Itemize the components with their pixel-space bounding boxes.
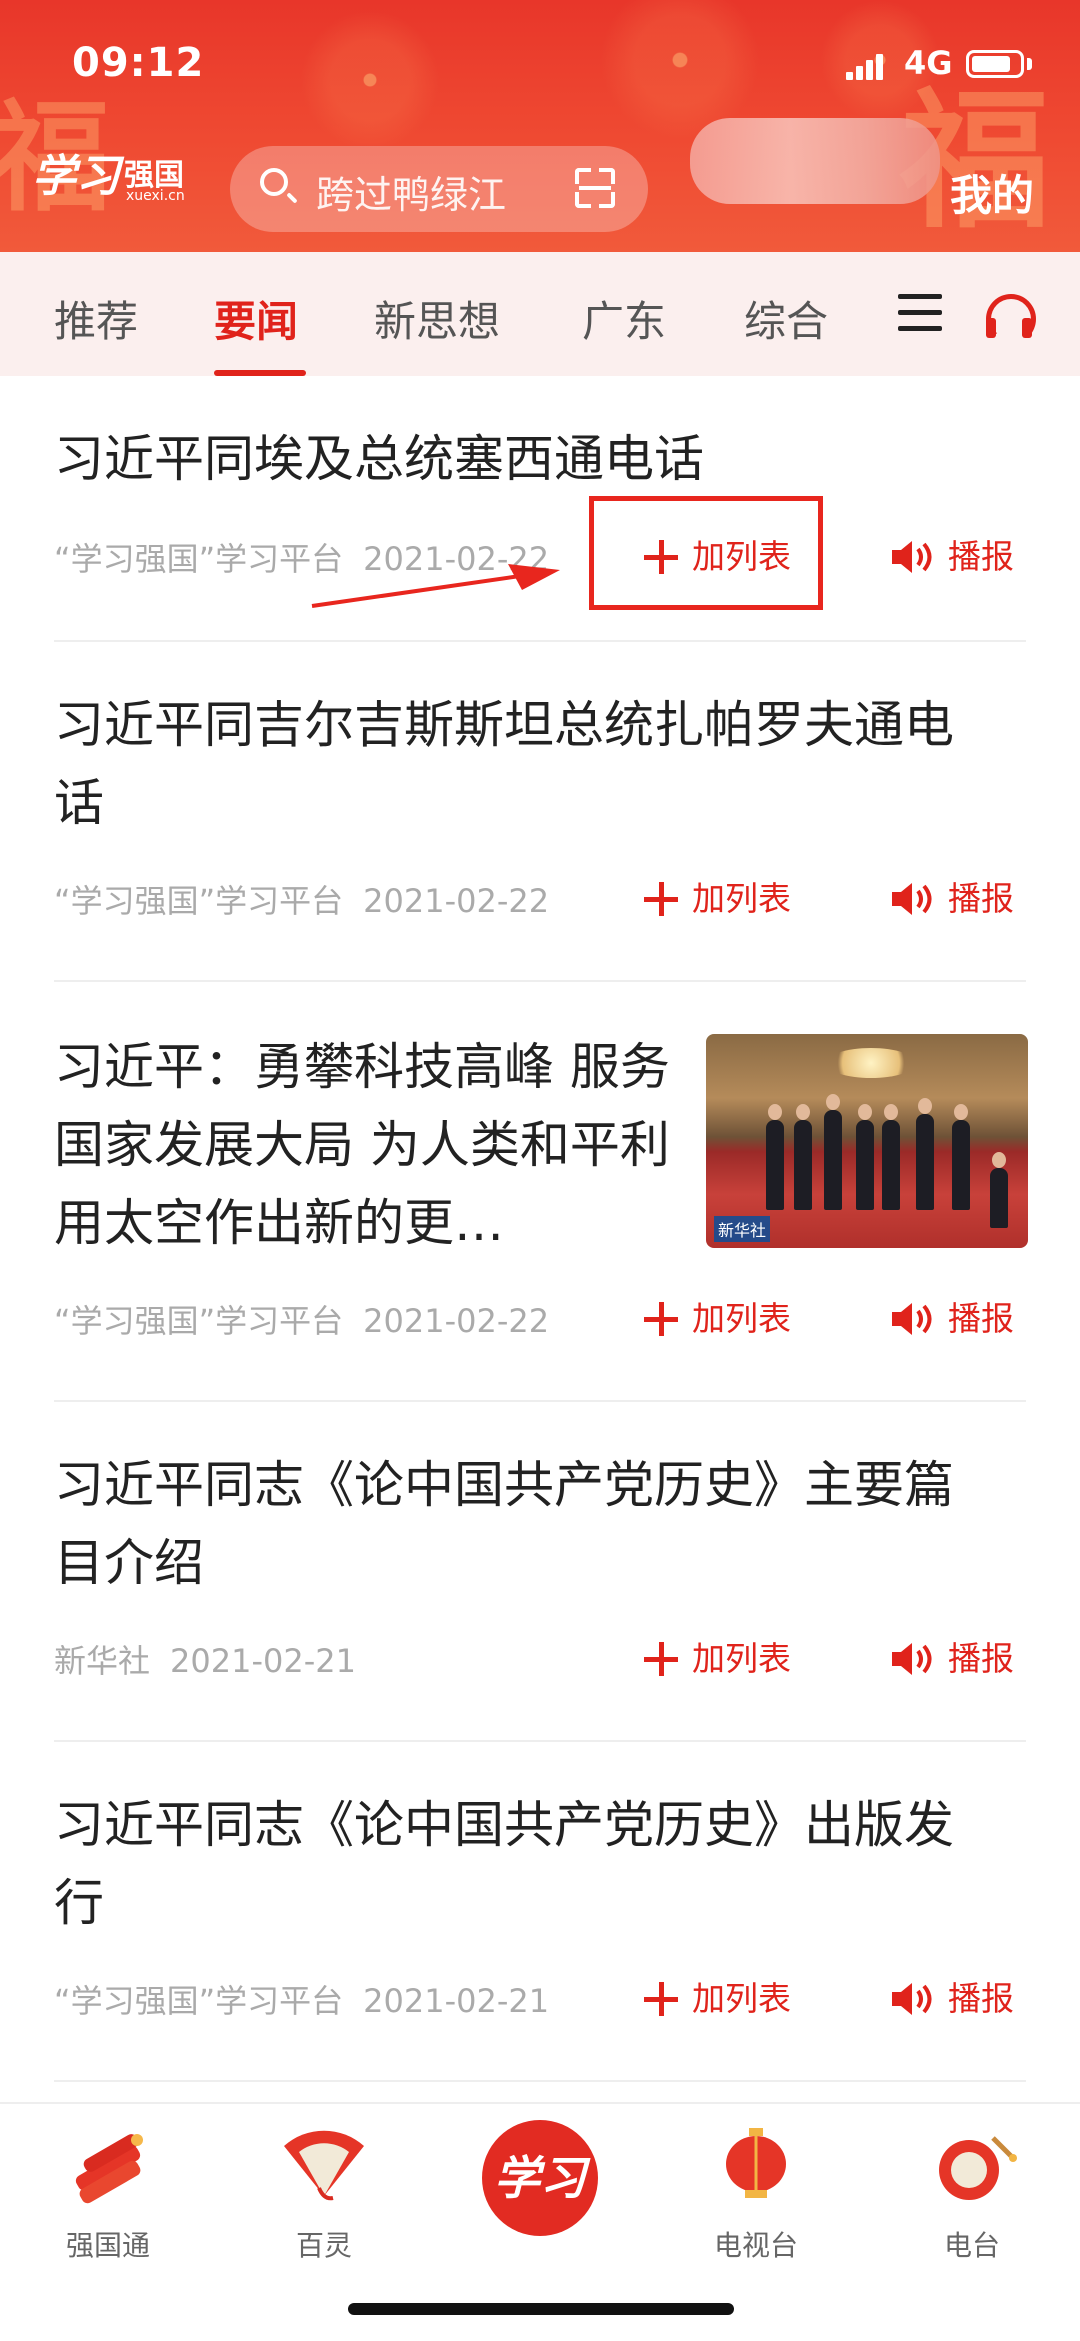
- article-title[interactable]: 习近平：勇攀科技高峰 服务国家发展大局 为人类和平利用太空作出新的更…: [54, 1028, 674, 1262]
- signal-icon: [846, 50, 886, 80]
- app-header: 福 福 09:12 4G 学习 强国 xuexi.cn 跨过鸭绿江 我的: [0, 0, 1080, 252]
- broadcast-button[interactable]: 播报: [890, 530, 1014, 578]
- article-source: “学习强国”学习平台: [54, 882, 344, 920]
- status-time: 09:12: [72, 40, 205, 86]
- divider: [54, 2080, 1026, 2082]
- lantern-icon: [726, 2128, 786, 2198]
- tab-recommend[interactable]: 推荐: [54, 288, 138, 349]
- article-title[interactable]: 习近平同志《论中国共产党历史》主要篇目介绍: [54, 1446, 994, 1602]
- highlight-box: [589, 496, 823, 610]
- speaker-icon: [892, 1643, 932, 1675]
- broadcast-label: 播报: [948, 537, 1014, 576]
- broadcast-label: 播报: [948, 1639, 1014, 1678]
- plus-icon: [644, 1302, 678, 1336]
- article-meta: 新华社 2021-02-21: [54, 1636, 376, 1682]
- article-meta: “学习强国”学习平台 2021-02-22: [54, 876, 569, 922]
- tab-new-thought[interactable]: 新思想: [374, 288, 500, 349]
- firework-decoration: [300, 10, 440, 150]
- nav-tv[interactable]: 电视台: [676, 2126, 836, 2262]
- network-type: 4G: [904, 44, 953, 82]
- broadcast-button[interactable]: 播报: [890, 872, 1014, 920]
- article-date: 2021-02-22: [363, 882, 550, 920]
- logo-url: xuexi.cn: [126, 188, 185, 204]
- divider: [54, 1740, 1026, 1742]
- article-title[interactable]: 习近平同吉尔吉斯斯坦总统扎帕罗夫通电话: [54, 686, 994, 842]
- firecracker-icon: [75, 2134, 143, 2204]
- active-tab-indicator: [214, 370, 306, 376]
- article-source: “学习强国”学习平台: [54, 1982, 344, 2020]
- speaker-icon: [892, 883, 932, 915]
- article-meta: “学习强国”学习平台 2021-02-22: [54, 1296, 569, 1342]
- menu-icon[interactable]: [898, 294, 942, 332]
- broadcast-button[interactable]: 播报: [890, 1292, 1014, 1340]
- plus-icon: [644, 1982, 678, 2016]
- battery-cap: [1027, 58, 1032, 70]
- nav-radio[interactable]: 电台: [892, 2126, 1052, 2262]
- plus-icon: [644, 882, 678, 916]
- add-list-label: 加列表: [692, 1639, 791, 1678]
- channel-tabs: 推荐 要闻 新思想 广东 综合: [0, 252, 1080, 376]
- article-date: 2021-02-21: [363, 1982, 550, 2020]
- article-thumbnail[interactable]: 新华社: [706, 1034, 1028, 1248]
- add-list-label: 加列表: [692, 879, 791, 918]
- add-list-button[interactable]: 加列表: [644, 1632, 791, 1680]
- tab-general[interactable]: 综合: [744, 288, 828, 349]
- add-list-button[interactable]: 加列表: [644, 1972, 791, 2020]
- divider: [54, 1400, 1026, 1402]
- plus-icon: [644, 1642, 678, 1676]
- search-placeholder: 跨过鸭绿江: [316, 173, 507, 217]
- tab-guangdong[interactable]: 广东: [582, 288, 666, 349]
- home-indicator[interactable]: [348, 2303, 734, 2315]
- speaker-icon: [892, 541, 932, 573]
- nav-label: 电台: [943, 2229, 1000, 2262]
- headphone-icon[interactable]: [986, 294, 1036, 344]
- logo-mark: 学习: [32, 151, 120, 202]
- divider: [54, 640, 1026, 642]
- battery-icon: [966, 50, 1024, 78]
- add-list-button[interactable]: 加列表: [644, 1292, 791, 1340]
- article-title[interactable]: 习近平同埃及总统塞西通电话: [54, 420, 994, 498]
- article-title[interactable]: 习近平同志《论中国共产党历史》出版发行: [54, 1786, 994, 1942]
- article-source: 新华社: [54, 1642, 151, 1680]
- article-source: “学习强国”学习平台: [54, 1302, 344, 1340]
- annotation-arrow: [311, 564, 560, 608]
- nav-label: 百灵: [295, 2229, 352, 2262]
- fan-icon: [284, 2130, 364, 2201]
- broadcast-label: 播报: [948, 879, 1014, 918]
- broadcast-label: 播报: [948, 1979, 1014, 2018]
- add-list-label: 加列表: [692, 1299, 791, 1338]
- mine-button[interactable]: 我的: [950, 162, 1034, 223]
- article-source: “学习强国”学习平台: [54, 540, 344, 578]
- xuexi-center-button[interactable]: 学习: [482, 2120, 598, 2236]
- broadcast-label: 播报: [948, 1299, 1014, 1338]
- article-date: 2021-02-22: [363, 1302, 550, 1340]
- nav-label: 强国通: [65, 2229, 150, 2262]
- app-logo: 学习 强国 xuexi.cn: [32, 140, 185, 204]
- add-list-button[interactable]: 加列表: [644, 872, 791, 920]
- broadcast-button[interactable]: 播报: [890, 1632, 1014, 1680]
- scan-icon[interactable]: [575, 168, 615, 208]
- search-bar[interactable]: 跨过鸭绿江: [230, 146, 648, 232]
- article-meta: “学习强国”学习平台 2021-02-21: [54, 1976, 569, 2022]
- thumbnail-watermark: 新华社: [714, 1216, 771, 1242]
- speaker-icon: [892, 1303, 932, 1335]
- blurred-points-area[interactable]: [690, 118, 940, 204]
- add-list-label: 加列表: [692, 1979, 791, 2018]
- search-icon: [260, 168, 288, 196]
- tab-news[interactable]: 要闻: [214, 288, 298, 349]
- nav-qiangguotong[interactable]: 强国通: [28, 2126, 188, 2262]
- broadcast-button[interactable]: 播报: [890, 1972, 1014, 2020]
- nav-label: 电视台: [713, 2229, 798, 2262]
- divider: [54, 980, 1026, 982]
- nav-bailing[interactable]: 百灵: [244, 2126, 404, 2262]
- speaker-icon: [892, 1983, 932, 2015]
- drum-icon: [939, 2136, 1017, 2200]
- article-date: 2021-02-21: [170, 1642, 356, 1680]
